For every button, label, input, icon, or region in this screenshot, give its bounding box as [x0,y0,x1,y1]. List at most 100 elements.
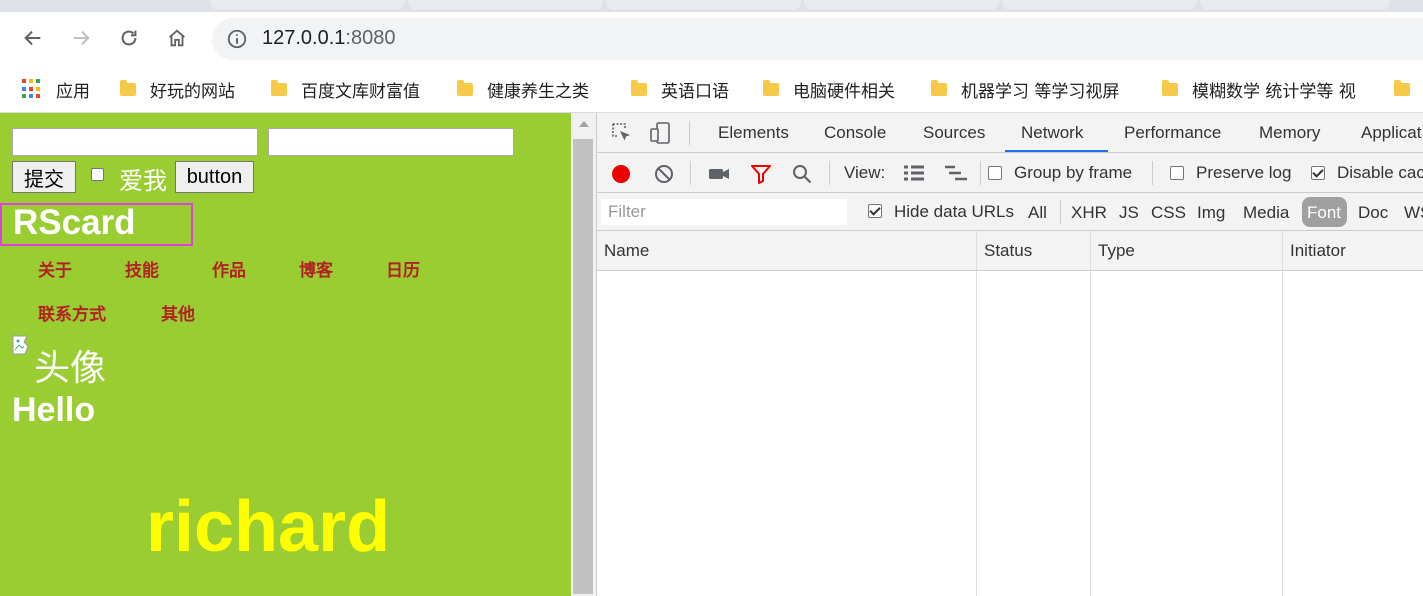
folder-icon [1162,79,1178,96]
nav-works[interactable]: 作品 [212,256,246,281]
disable-cache-label: Disable cac [1337,163,1423,182]
broken-image-icon [12,335,29,355]
text-input-2[interactable] [268,128,514,156]
filter-css[interactable]: CSS [1151,203,1186,223]
bookmarks-bar: 应用 好玩的网站 百度文库财富值 健康养生之类 英语口语 电脑硬件相关 机器学习… [0,66,1423,113]
browser-tab[interactable] [804,0,999,10]
browser-toolbar: 127.0.0.1:8080 [0,12,1423,66]
submit-button[interactable]: 提交 [12,161,76,193]
column-status[interactable]: Status [984,241,1032,261]
group-by-frame-checkbox[interactable] [988,166,1002,180]
nav-contact[interactable]: 联系方式 [38,300,106,325]
bookmark-apps[interactable]: 应用 [22,78,90,102]
tab-sources[interactable]: Sources [923,123,985,143]
separator [1060,200,1061,224]
logo[interactable]: RScard [0,203,193,246]
large-rows-icon[interactable] [903,164,925,184]
tab-elements[interactable]: Elements [718,123,789,143]
folder-icon [1394,79,1410,96]
scroll-up-icon[interactable] [579,121,589,127]
browser-tab[interactable] [606,0,801,10]
screenshot-camera-icon[interactable] [708,163,730,185]
filter-media[interactable]: Media [1243,203,1289,223]
bookmark-folder[interactable]: 百度文库财富值 [271,78,420,102]
waterfall-icon[interactable] [944,164,968,184]
url-text[interactable]: 127.0.0.1:8080 [262,27,395,50]
back-icon [24,30,41,46]
nav-other[interactable]: 其他 [161,300,195,325]
bookmark-label: 英语口语 [661,81,729,102]
filter-font[interactable]: Font [1307,203,1341,223]
bookmark-folder[interactable]: 模糊数学 统计学等 视 [1162,78,1364,100]
devtools-tabs: Elements Console Sources Network Perform… [597,113,1423,153]
folder-icon [120,79,136,96]
filter-icon[interactable] [750,163,772,185]
clear-icon[interactable] [653,163,675,185]
column-initiator[interactable]: Initiator [1290,241,1346,261]
filter-img[interactable]: Img [1197,203,1225,223]
address-bar[interactable]: 127.0.0.1:8080 [212,18,1423,60]
search-icon[interactable] [791,163,813,185]
tab-network[interactable]: Network [1021,123,1083,143]
network-filter-bar: Filter Hide data URLs All XHR JS CSS Img… [597,193,1423,231]
home-button[interactable] [163,24,191,52]
column-divider [1282,231,1283,596]
preserve-log-checkbox[interactable] [1170,166,1184,180]
name-heading: richard [146,487,391,567]
folder-icon [457,79,473,96]
browser-tab[interactable] [408,0,603,10]
browser-tab[interactable] [210,0,405,10]
bookmark-label: 机器学习 等学习视屏 [961,81,1120,101]
bookmark-folder[interactable]: 机器学习 等学习视屏 [931,78,1131,100]
filter-input[interactable]: Filter [601,199,847,225]
filter-xhr[interactable]: XHR [1071,203,1107,223]
scrollbar-thumb[interactable] [573,139,593,594]
column-name[interactable]: Name [604,241,649,261]
active-tab-indicator [1005,150,1108,152]
hide-data-urls-checkbox[interactable] [868,204,882,218]
bookmark-label: 应用 [56,81,90,102]
tab-application[interactable]: Applicat [1361,123,1421,143]
nav-skills[interactable]: 技能 [125,256,159,281]
tab-console[interactable]: Console [824,123,886,143]
bookmark-folder[interactable]: 健康养生之类 [457,78,589,102]
nav-calendar[interactable]: 日历 [386,256,420,281]
tab-performance[interactable]: Performance [1124,123,1221,143]
record-icon[interactable] [610,163,632,185]
disable-cache-checkbox[interactable] [1311,166,1325,180]
group-by-frame-label: Group by frame [1014,163,1133,182]
apps-icon [22,79,42,99]
bookmark-folder[interactable] [1394,78,1423,100]
bookmark-folder[interactable]: 电脑硬件相关 [763,78,895,102]
back-button[interactable] [19,24,47,52]
logo-text: RScard [13,203,136,242]
nav-about[interactable]: 关于 [38,256,72,281]
bookmark-label: 好玩的网站 [150,81,235,102]
separator [1152,161,1153,185]
forward-button[interactable] [67,24,95,52]
network-grid-header: Name Status Type Initiator [597,231,1423,271]
page-scrollbar[interactable] [571,113,597,596]
nav-blog[interactable]: 博客 [299,256,333,281]
inspect-element-icon[interactable] [611,122,633,144]
folder-icon [763,79,779,96]
filter-doc[interactable]: Doc [1358,203,1388,223]
info-icon[interactable] [226,28,248,50]
text-input-1[interactable] [12,128,258,156]
home-icon [169,29,185,47]
button-button[interactable]: button [175,161,254,193]
reload-button[interactable] [115,24,143,52]
tab-memory[interactable]: Memory [1259,123,1320,143]
browser-tab[interactable] [1200,0,1390,10]
page-viewport: 提交 爱我 button RScard 关于 技能 作品 博客 日历 联系方式 … [0,113,571,596]
bookmark-folder[interactable]: 好玩的网站 [120,78,235,102]
browser-tab[interactable] [1002,0,1197,10]
column-type[interactable]: Type [1098,241,1135,261]
filter-ws[interactable]: WS [1404,203,1423,223]
love-checkbox[interactable] [91,168,104,181]
filter-js[interactable]: JS [1119,203,1139,223]
bookmark-label: 模糊数学 统计学等 视 [1192,81,1356,101]
filter-all[interactable]: All [1028,203,1047,223]
device-toolbar-icon[interactable] [649,121,673,145]
bookmark-folder[interactable]: 英语口语 [631,78,729,102]
